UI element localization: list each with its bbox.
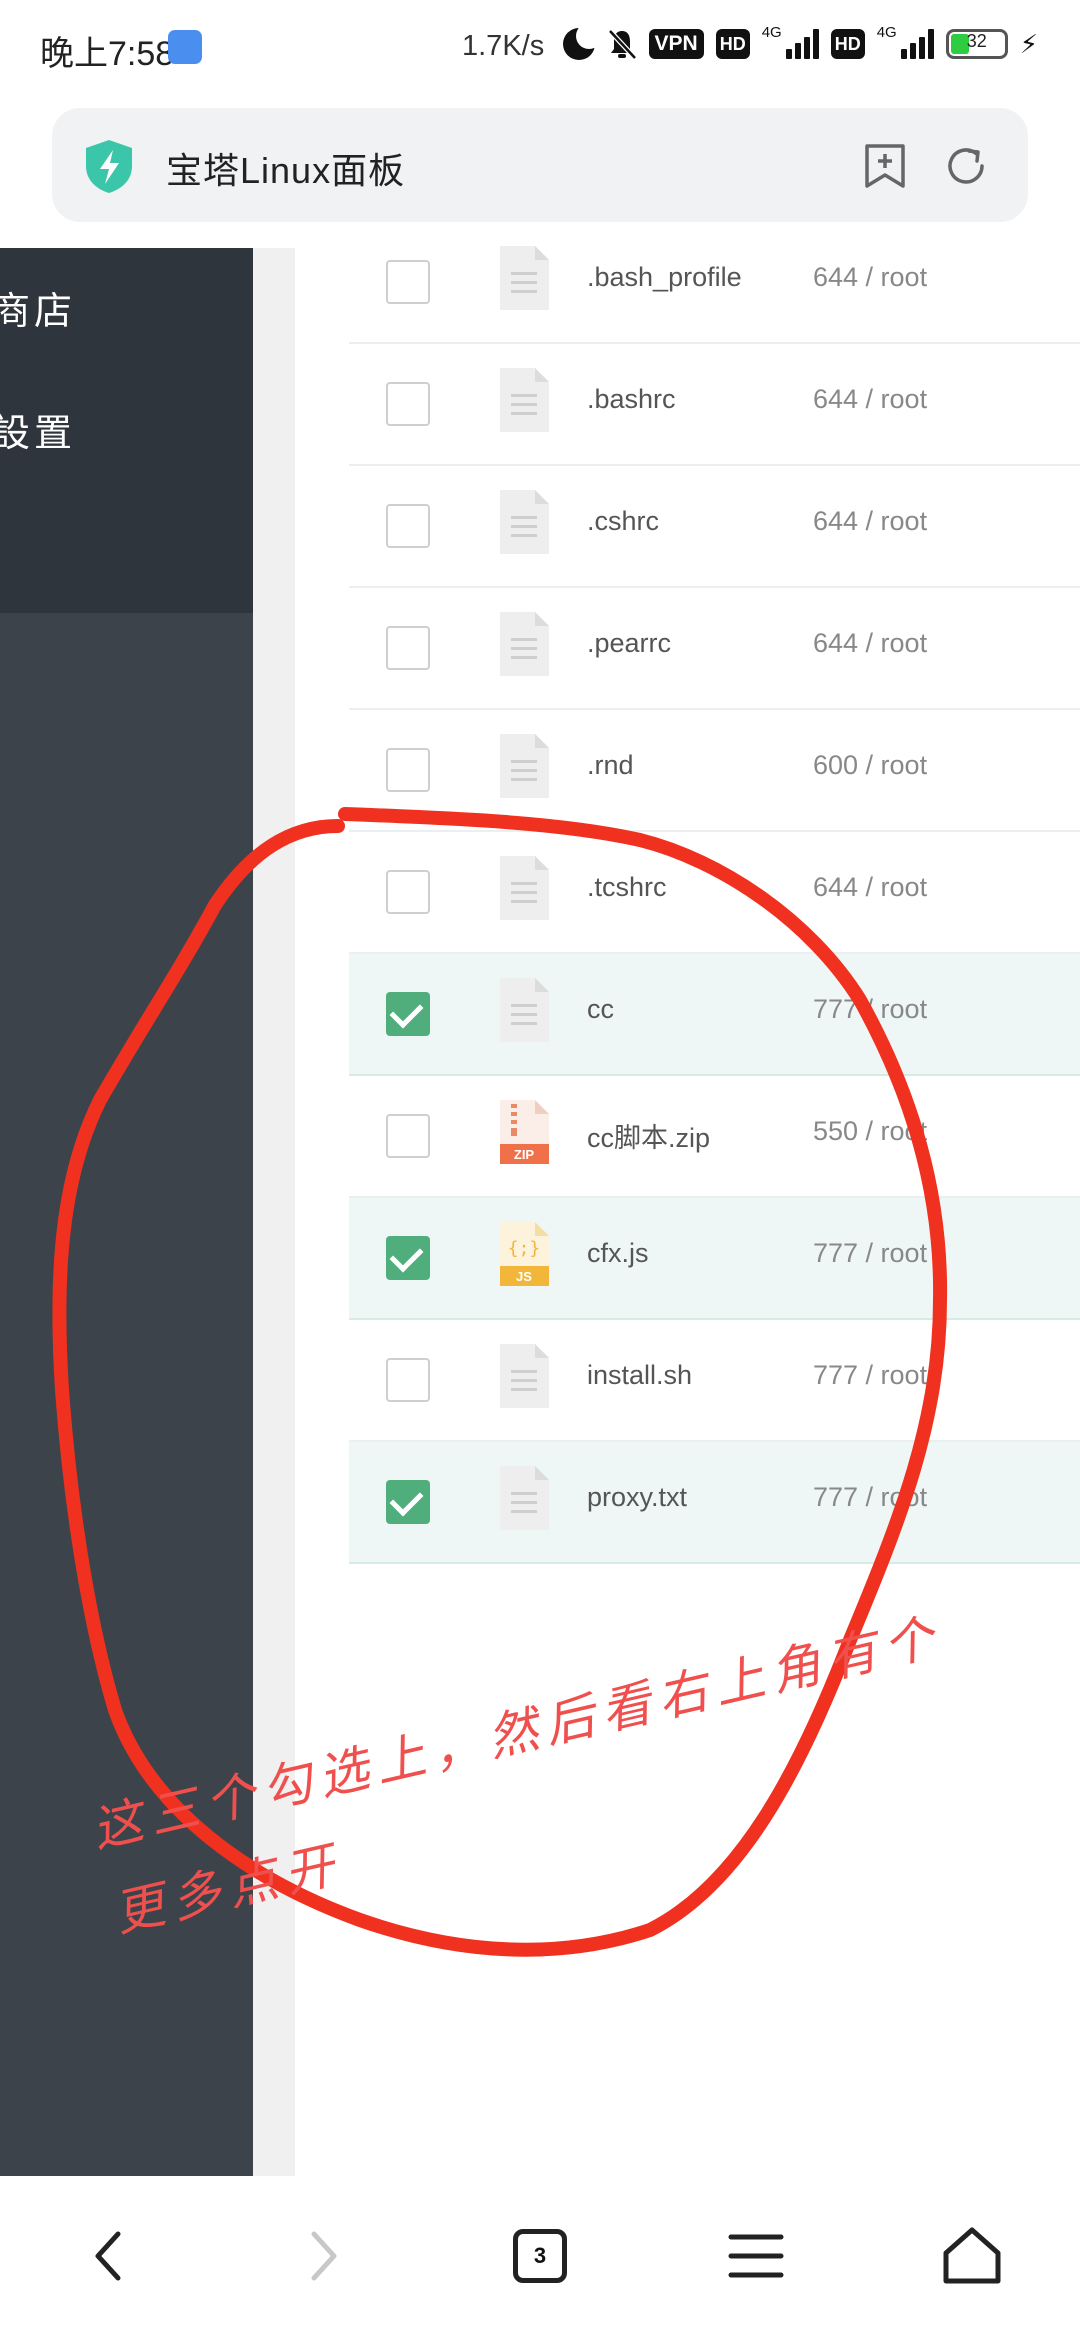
- file-name[interactable]: cc: [587, 994, 614, 1025]
- network-type: 4G: [761, 23, 782, 41]
- file-name[interactable]: .tcshrc: [587, 872, 667, 903]
- file-permission[interactable]: 644 / root: [813, 872, 927, 903]
- home-button[interactable]: [932, 2216, 1012, 2296]
- tabs-count: 3: [533, 2243, 547, 2268]
- row-checkbox-checked[interactable]: [386, 1480, 430, 1524]
- file-icon: [500, 1344, 549, 1408]
- status-bar: 晚上7:58 1.7K/s VPN HD 4G HD 4G 32 ⚡: [0, 0, 1080, 96]
- signal-icon: [785, 29, 819, 59]
- file-icon: [500, 1466, 549, 1530]
- file-permission[interactable]: 777 / root: [813, 994, 927, 1025]
- bottom-navigation: 3: [0, 2176, 1080, 2340]
- file-row[interactable]: .tcshrc 644 / root: [349, 832, 1080, 954]
- hd-badge-2: HD: [830, 29, 865, 59]
- chevron-left-icon: [95, 2231, 121, 2281]
- file-icon: [500, 246, 549, 310]
- do-not-disturb-icon: [562, 23, 602, 60]
- row-checkbox[interactable]: [386, 1114, 430, 1158]
- bookmark-add-icon[interactable]: [862, 142, 908, 190]
- file-permission[interactable]: 644 / root: [813, 384, 927, 415]
- status-icons: VPN HD 4G HD 4G 32 ⚡: [562, 23, 1038, 60]
- file-row[interactable]: ZIP cc脚本.zip 550 / root: [349, 1076, 1080, 1198]
- file-permission[interactable]: 777 / root: [813, 1360, 927, 1391]
- row-checkbox[interactable]: [386, 1358, 430, 1402]
- file-permission[interactable]: 777 / root: [813, 1482, 927, 1513]
- file-row[interactable]: .pearrc 644 / root: [349, 588, 1080, 710]
- battery-icon: 32: [945, 29, 1008, 59]
- zip-file-icon: ZIP: [500, 1100, 549, 1164]
- refresh-icon[interactable]: [942, 142, 990, 190]
- row-checkbox[interactable]: [386, 626, 430, 670]
- file-name[interactable]: .rnd: [587, 750, 634, 781]
- signal-icon-2: [900, 29, 934, 59]
- file-name[interactable]: .pearrc: [587, 628, 671, 659]
- file-permission[interactable]: 644 / root: [813, 506, 927, 537]
- row-checkbox[interactable]: [386, 748, 430, 792]
- address-bar[interactable]: 宝塔Linux面板: [52, 108, 1028, 222]
- notification-app-icon: [168, 30, 202, 64]
- shield-icon: [86, 140, 132, 193]
- tabs-button[interactable]: 3: [500, 2216, 580, 2296]
- forward-button[interactable]: [284, 2216, 364, 2296]
- row-checkbox[interactable]: [386, 382, 430, 426]
- file-row-selected[interactable]: cc 777 / root: [349, 954, 1080, 1076]
- row-checkbox[interactable]: [386, 870, 430, 914]
- muted-bell-icon: [607, 29, 637, 60]
- row-checkbox-checked[interactable]: [386, 1236, 430, 1280]
- file-row[interactable]: .bash_profile 644 / root: [349, 222, 1080, 344]
- chevron-right-icon: [311, 2231, 337, 2281]
- file-row-selected[interactable]: proxy.txt 777 / root: [349, 1442, 1080, 1564]
- row-checkbox-checked[interactable]: [386, 992, 430, 1036]
- svg-text:JS: JS: [516, 1269, 532, 1284]
- back-button[interactable]: [68, 2216, 148, 2296]
- page-title[interactable]: 宝塔Linux面板: [166, 142, 405, 194]
- file-icon: [500, 856, 549, 920]
- file-name[interactable]: .bashrc: [587, 384, 676, 415]
- file-permission[interactable]: 600 / root: [813, 750, 927, 781]
- file-name[interactable]: cc脚本.zip: [587, 1116, 710, 1155]
- network-speed: 1.7K/s: [462, 30, 545, 62]
- hd-badge: HD: [715, 29, 750, 59]
- file-permission[interactable]: 550 / root: [813, 1116, 927, 1147]
- file-icon: [500, 734, 549, 798]
- file-name[interactable]: install.sh: [587, 1360, 692, 1391]
- svg-text:ZIP: ZIP: [514, 1147, 535, 1162]
- home-icon: [943, 2227, 1001, 2284]
- file-row-selected[interactable]: JS {;} cfx.js 777 / root: [349, 1198, 1080, 1320]
- file-row[interactable]: .bashrc 644 / root: [349, 344, 1080, 466]
- row-checkbox[interactable]: [386, 504, 430, 548]
- file-name[interactable]: proxy.txt: [587, 1482, 687, 1513]
- sidebar-item-settings[interactable]: 設置: [0, 402, 76, 457]
- hamburger-menu-icon: [728, 2234, 784, 2278]
- file-icon: [500, 978, 549, 1042]
- battery-level: 32: [966, 31, 987, 51]
- file-permission[interactable]: 644 / root: [813, 262, 927, 293]
- vpn-badge: VPN: [648, 29, 704, 59]
- file-icon: [500, 612, 549, 676]
- js-file-icon: JS {;}: [500, 1222, 549, 1286]
- charging-icon: ⚡: [1019, 28, 1038, 59]
- sidebar-item-store[interactable]: 商店: [0, 280, 76, 335]
- file-row[interactable]: .cshrc 644 / root: [349, 466, 1080, 588]
- file-permission[interactable]: 777 / root: [813, 1238, 927, 1269]
- network-type-2: 4G: [876, 23, 897, 41]
- file-name[interactable]: .cshrc: [587, 506, 659, 537]
- file-icon: [500, 490, 549, 554]
- sidebar-menu: 商店 設置: [0, 248, 253, 613]
- file-row[interactable]: install.sh 777 / root: [349, 1320, 1080, 1442]
- svg-text:{;}: {;}: [508, 1238, 541, 1259]
- file-permission[interactable]: 644 / root: [813, 628, 927, 659]
- menu-button[interactable]: [716, 2216, 796, 2296]
- file-name[interactable]: cfx.js: [587, 1238, 649, 1269]
- status-time: 晚上7:58: [40, 35, 175, 73]
- file-icon: [500, 368, 549, 432]
- tabs-icon: 3: [513, 2229, 567, 2283]
- file-name[interactable]: .bash_profile: [587, 262, 742, 293]
- row-checkbox[interactable]: [386, 260, 430, 304]
- file-row[interactable]: .rnd 600 / root: [349, 710, 1080, 832]
